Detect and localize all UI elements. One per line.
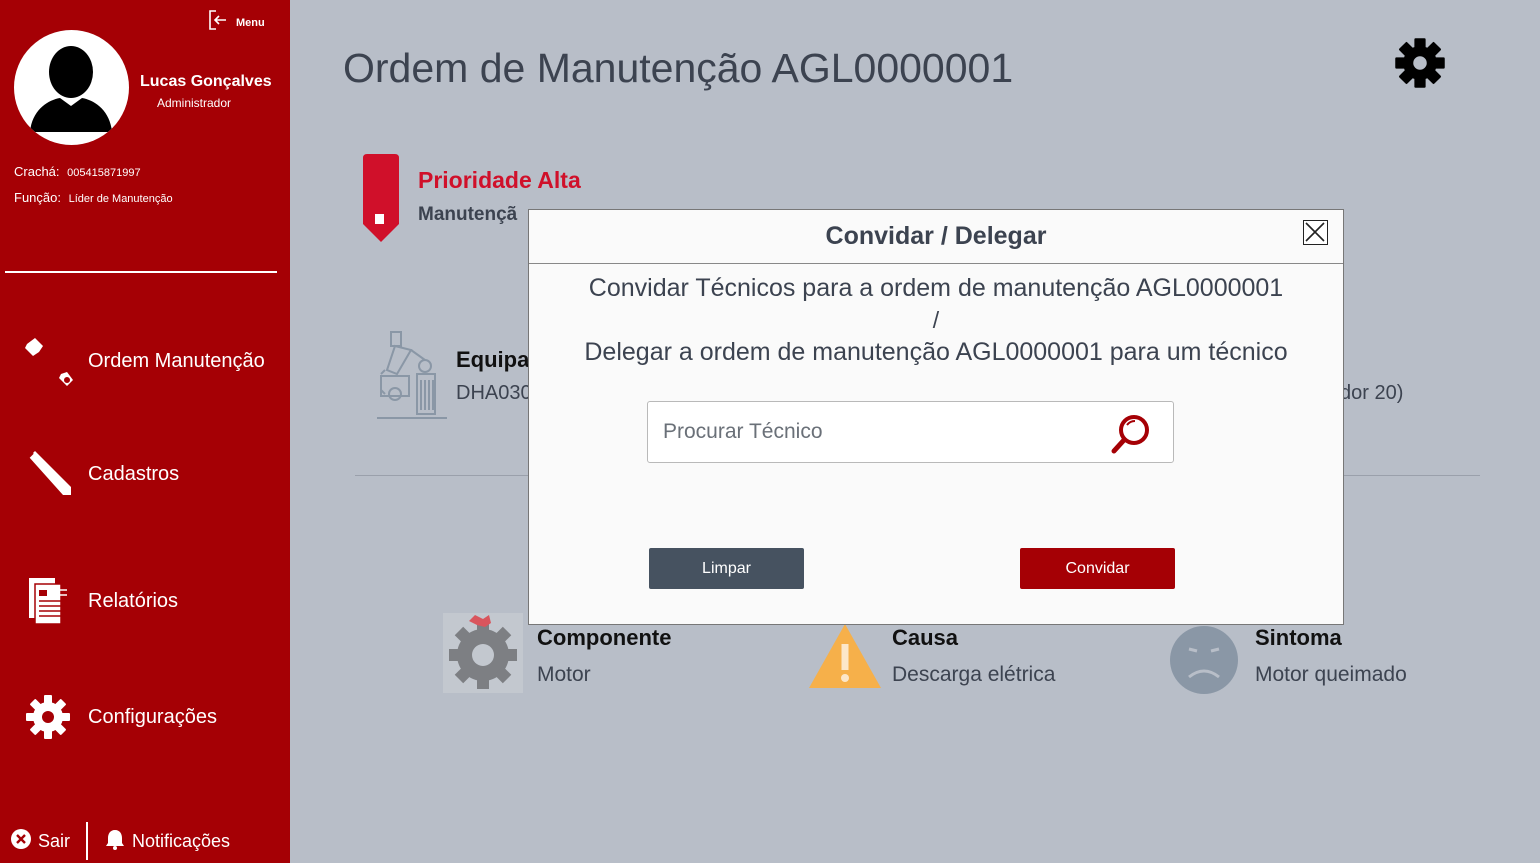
- user-name: Lucas Gonçalves: [140, 73, 272, 90]
- close-icon: [1304, 222, 1326, 247]
- menu-button[interactable]: Menu: [208, 9, 265, 36]
- dialog-header: Convidar / Delegar: [529, 210, 1343, 264]
- user-role: Administrador: [157, 96, 232, 110]
- equipment-title: Equipa: [456, 347, 530, 372]
- sidebar: Menu Lucas Gonçalves Administrador Crach…: [0, 0, 290, 863]
- warning-icon: [807, 622, 883, 695]
- menu-collapse-icon: [208, 9, 228, 36]
- logout-button[interactable]: Sair: [10, 828, 70, 855]
- nav-label: Configurações: [88, 705, 217, 728]
- notifications-label: Notificações: [132, 830, 231, 851]
- sidebar-divider: [5, 271, 277, 273]
- footer-separator: [86, 822, 89, 860]
- pencil-icon: [20, 446, 76, 502]
- nav-label: Relatórios: [88, 589, 179, 612]
- function-label: Função:: [14, 190, 61, 205]
- wrench-icon: [20, 333, 76, 389]
- badge-label: Crachá:: [14, 164, 60, 179]
- settings-gear-button[interactable]: [1393, 36, 1447, 95]
- invite-delegate-dialog: Convidar / Delegar Convidar Técnicos par…: [528, 209, 1344, 625]
- close-button[interactable]: [1303, 220, 1328, 245]
- invite-button[interactable]: Convidar: [1020, 548, 1175, 589]
- gear-icon: [20, 689, 76, 745]
- badge-value: 005415871997: [67, 167, 141, 179]
- technician-search: [647, 401, 1174, 463]
- nav-item-configuracoes[interactable]: Configurações: [20, 689, 285, 745]
- dialog-delegate-text: Delegar a ordem de manutenção AGL0000001…: [584, 338, 1288, 366]
- detail-symptom: Sintoma Motor queimado: [1169, 625, 1407, 700]
- equipment-code: DHA030: [456, 382, 532, 404]
- sad-face-icon: [1169, 625, 1239, 700]
- detail-component: Componente Motor: [443, 613, 671, 693]
- avatar: [14, 30, 129, 145]
- nav-label: Ordem Manutenção: [88, 349, 265, 372]
- detail-value: Descarga elétrica: [892, 663, 1056, 686]
- component-gear-icon: [443, 613, 523, 693]
- function-row: Função: Líder de Manutenção: [14, 190, 173, 205]
- dialog-title: Convidar / Delegar: [825, 222, 1047, 250]
- detail-cause: Causa Descarga elétrica: [807, 622, 1055, 695]
- page-title: Ordem de Manutenção AGL0000001: [343, 45, 1014, 91]
- nav-item-ordem-manutencao[interactable]: Ordem Manutenção: [20, 333, 285, 389]
- menu-label: Menu: [236, 16, 265, 29]
- nav-item-cadastros[interactable]: Cadastros: [20, 446, 285, 502]
- clear-button[interactable]: Limpar: [649, 548, 804, 589]
- gear-icon: [1393, 38, 1447, 94]
- priority-flag-icon: [361, 154, 401, 249]
- detail-title: Causa: [892, 625, 959, 650]
- notifications-button[interactable]: Notificações: [104, 828, 230, 855]
- function-value: Líder de Manutenção: [68, 193, 173, 205]
- nav-label: Cadastros: [88, 462, 180, 485]
- nav-item-relatorios[interactable]: Relatórios: [20, 573, 285, 629]
- detail-title: Componente: [537, 625, 672, 650]
- priority-subtitle: Manutençã: [418, 204, 518, 225]
- detail-title: Sintoma: [1255, 625, 1342, 650]
- logout-label: Sair: [38, 830, 71, 851]
- detail-value: Motor: [537, 663, 591, 686]
- bell-icon: [104, 828, 126, 855]
- robot-arm-icon: [377, 330, 447, 425]
- equipment-extra: dor 20): [1340, 382, 1404, 404]
- search-icon[interactable]: [1110, 413, 1152, 460]
- badge-row: Crachá: 005415871997: [14, 164, 141, 179]
- technician-search-input[interactable]: [648, 402, 1108, 462]
- detail-value: Motor queimado: [1255, 663, 1407, 686]
- report-icon: [20, 573, 76, 629]
- dialog-separator-text: /: [932, 307, 940, 333]
- priority-title: Prioridade Alta: [418, 167, 581, 193]
- sidebar-footer: Sair Notificações: [10, 822, 230, 860]
- close-circle-icon: [10, 828, 32, 855]
- dialog-invite-text: Convidar Técnicos para a ordem de manute…: [588, 274, 1284, 302]
